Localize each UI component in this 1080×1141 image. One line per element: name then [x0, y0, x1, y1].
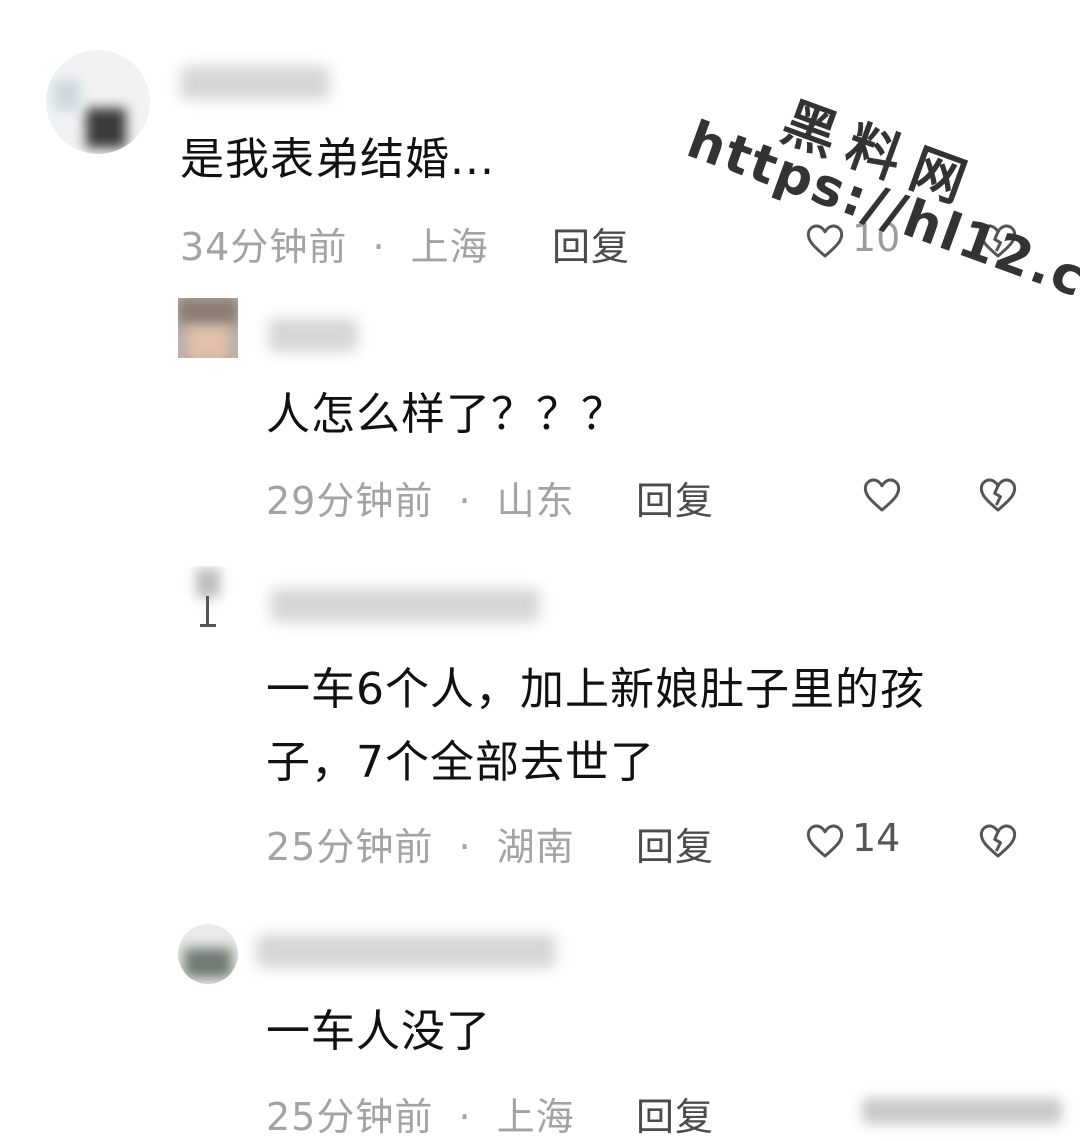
comment-meta: 25分钟前 · 湖南 [266, 816, 575, 871]
username-blurred[interactable] [256, 934, 556, 968]
heart-outline-icon[interactable] [862, 476, 902, 514]
meta-separator: · [372, 225, 386, 269]
comment-location: 上海 [496, 1095, 575, 1139]
avatar[interactable] [178, 298, 238, 358]
avatar[interactable] [46, 50, 150, 154]
comment-location: 山东 [496, 479, 575, 523]
reply-button[interactable]: 回复 [636, 1086, 714, 1141]
comment-time: 29分钟前 [266, 479, 434, 523]
username-blurred[interactable] [268, 318, 358, 352]
comment-meta: 25分钟前 · 上海 [266, 1086, 575, 1141]
comment-meta: 29分钟前 · 山东 [266, 470, 575, 525]
comment-time: 25分钟前 [266, 825, 434, 869]
meta-separator: · [458, 479, 472, 523]
comment-location: 湖南 [496, 825, 575, 869]
comment-time: 25分钟前 [266, 1095, 434, 1139]
meta-separator: · [458, 1095, 472, 1139]
avatar[interactable] [178, 566, 240, 632]
heart-outline-icon[interactable] [805, 222, 845, 260]
reply-button[interactable]: 回复 [636, 470, 714, 525]
comment-text-line-1: 一车6个人，加上新娘肚子里的孩 [266, 664, 925, 715]
comment-text-line-2: 子，7个全部去世了 [266, 737, 655, 788]
avatar[interactable] [178, 924, 238, 984]
comment-text: 一车人没了 [266, 1006, 491, 1057]
reply-button[interactable]: 回复 [636, 816, 714, 871]
heart-outline-icon[interactable] [805, 822, 845, 860]
comment-text: 是我表弟结婚... [180, 134, 495, 185]
blurred-action-bar [862, 1098, 1062, 1124]
broken-heart-icon[interactable] [978, 476, 1018, 514]
like-count: 14 [852, 816, 901, 860]
comment-location: 上海 [410, 225, 489, 269]
broken-heart-icon[interactable] [978, 822, 1018, 860]
username-blurred[interactable] [180, 66, 330, 100]
comment-time: 34分钟前 [180, 225, 348, 269]
username-blurred[interactable] [270, 588, 540, 622]
comment-meta: 34分钟前 · 上海 [180, 216, 489, 271]
reply-button[interactable]: 回复 [552, 216, 630, 271]
meta-separator: · [458, 825, 472, 869]
comment-text: 人怎么样了？？？ [266, 389, 626, 440]
